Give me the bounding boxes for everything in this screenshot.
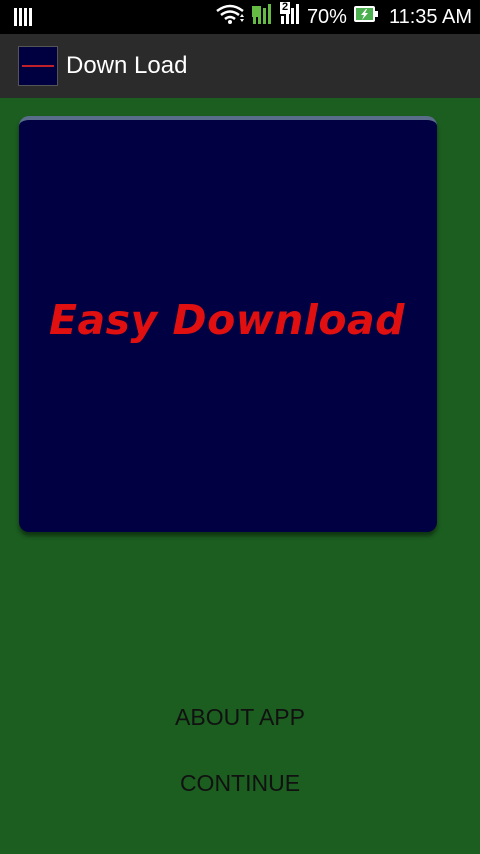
signal-sim2-icon: 2 [279,1,301,32]
continue-button[interactable]: CONTINUE [0,770,480,797]
banner-title: Easy Download [48,296,406,344]
clock: 11:35 AM [388,5,472,28]
app-title: Down Load [66,52,188,79]
status-indicators: 2 70% 11:35 AM [215,0,472,34]
signal-sim1-icon [251,2,273,32]
battery-percent: 70% [306,5,347,28]
main-content: Easy Download ABOUT APP CONTINUE [0,98,480,854]
app-logo-icon[interactable] [18,46,58,86]
wifi-icon [215,4,245,30]
action-bar: Down Load [0,34,480,100]
about-app-button[interactable]: ABOUT APP [0,704,480,731]
status-bar: 2 70% 11:35 AM [0,0,480,34]
battery-charging-icon [353,5,379,29]
sim2-label: 2 [281,1,289,13]
banner-image: Easy Download [19,116,437,532]
notification-bars-icon [14,8,34,32]
